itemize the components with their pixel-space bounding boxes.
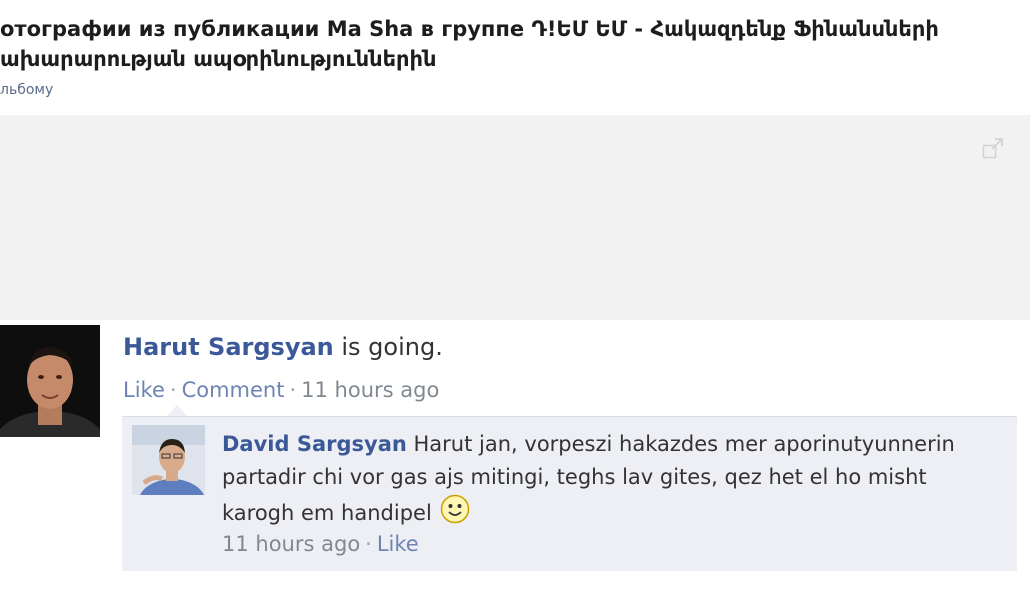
- comment-body: is going.: [333, 333, 443, 361]
- title-line-2: ախարարության ապօրինություններին: [0, 47, 437, 71]
- reply-text: David Sargsyan Harut jan, vorpeszi hakaz…: [222, 428, 992, 534]
- avatar[interactable]: [132, 425, 205, 495]
- page-title: отографии из публикации Ma Sha в группе …: [0, 14, 1030, 74]
- reply-actions: 11 hours ago · Like: [222, 532, 419, 556]
- separator-dot: ·: [365, 532, 372, 556]
- reply-notch: [167, 405, 187, 416]
- comment-text: Harut Sargsyan is going.: [123, 333, 443, 361]
- separator-dot: ·: [289, 378, 297, 402]
- reply-timestamp[interactable]: 11 hours ago: [222, 532, 360, 556]
- album-link[interactable]: льбому: [0, 82, 53, 98]
- like-link[interactable]: Like: [377, 532, 419, 556]
- comment-author-link[interactable]: Harut Sargsyan: [123, 333, 334, 361]
- expand-icon[interactable]: [982, 137, 1004, 159]
- reply-author-link[interactable]: David Sargsyan: [222, 432, 407, 456]
- separator-dot: ·: [169, 378, 177, 402]
- comment-actions: Like · Comment · 11 hours ago: [123, 378, 439, 402]
- page-header: отографии из публикации Ma Sha в группе …: [0, 0, 1030, 115]
- comment-link[interactable]: Comment: [182, 378, 285, 402]
- photo-viewer: [0, 115, 1030, 320]
- title-line-1: отографии из публикации Ma Sha в группе …: [0, 17, 939, 41]
- like-link[interactable]: Like: [123, 378, 165, 402]
- avatar[interactable]: [0, 325, 100, 437]
- smiley-icon: [440, 494, 470, 534]
- comment-timestamp[interactable]: 11 hours ago: [301, 378, 439, 402]
